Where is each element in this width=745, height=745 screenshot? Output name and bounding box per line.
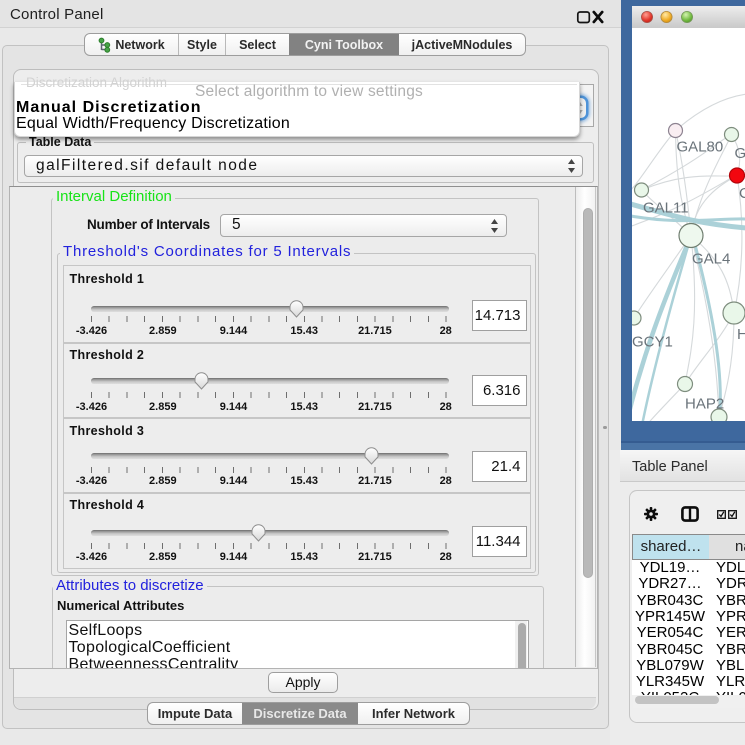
svg-text:HAP2: HAP2 xyxy=(685,396,724,413)
svg-text:H: H xyxy=(737,326,745,343)
svg-text:GA: GA xyxy=(735,145,745,162)
svg-text:GAL80: GAL80 xyxy=(677,139,724,156)
svg-text:GAL4: GAL4 xyxy=(692,251,730,268)
svg-text:GAL11: GAL11 xyxy=(643,200,689,217)
svg-text:GCY1: GCY1 xyxy=(632,334,673,351)
svg-text:C: C xyxy=(739,185,745,202)
